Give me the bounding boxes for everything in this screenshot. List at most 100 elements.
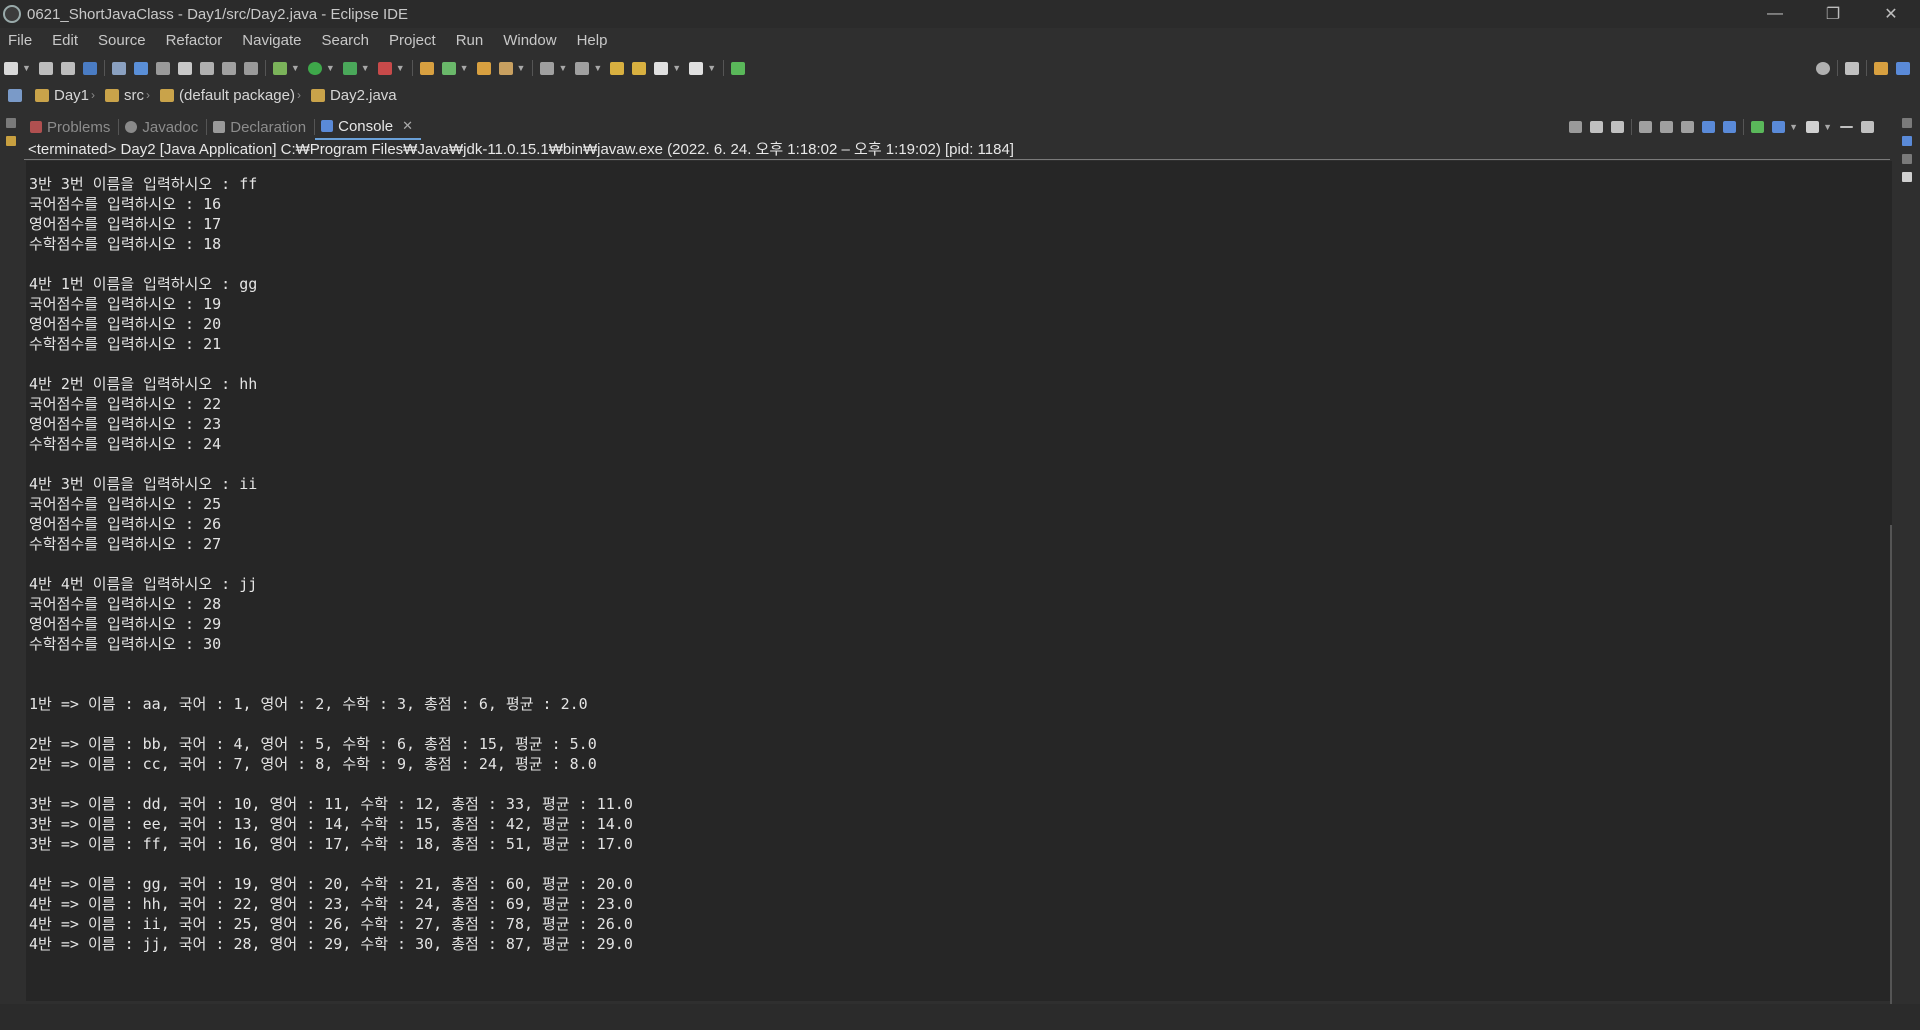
console-line: 4반 => 이름 : gg, 국어 : 19, 영어 : 20, 수학 : 21… [29, 875, 633, 893]
chevron-down-icon[interactable]: ▼ [460, 63, 469, 73]
search-tool-icon[interactable] [498, 61, 513, 75]
back-arrow-icon[interactable] [654, 61, 669, 75]
java-perspective-icon[interactable] [1874, 61, 1888, 75]
forward-arrow-icon[interactable] [689, 61, 704, 75]
new-icon[interactable] [4, 61, 18, 75]
close-icon[interactable]: ✕ [402, 118, 413, 134]
chevron-down-icon[interactable]: ▼ [517, 63, 526, 73]
menu-help[interactable]: Help [569, 32, 620, 49]
tab-declaration[interactable]: Declaration [207, 114, 314, 140]
console-line: 3반 => 이름 : ff, 국어 : 16, 영어 : 17, 수학 : 18… [29, 835, 633, 853]
toggle-comment-icon[interactable] [155, 61, 170, 75]
restore-view-icon[interactable] [6, 118, 16, 128]
minimize-view-icon[interactable] [1840, 126, 1853, 128]
word-wrap-icon[interactable] [1681, 121, 1695, 133]
show-whitespace-icon[interactable] [243, 61, 258, 75]
tab-console[interactable]: Console ✕ [315, 114, 422, 140]
right-trim-stack [1894, 110, 1920, 1030]
task-list-icon[interactable] [1902, 172, 1912, 182]
breadcrumb-item-project[interactable]: Day1 [54, 87, 89, 104]
menu-file[interactable]: File [0, 32, 44, 49]
last-edit-location-icon[interactable] [610, 61, 625, 75]
debug-icon[interactable] [272, 61, 287, 75]
breadcrumb-item-package[interactable]: (default package) [179, 87, 295, 104]
save-all-icon[interactable] [60, 61, 75, 75]
menu-run[interactable]: Run [448, 32, 496, 49]
restore-button[interactable]: ❐ [1804, 0, 1862, 28]
outline-icon[interactable] [1902, 136, 1912, 146]
chevron-down-icon[interactable]: ▼ [361, 63, 370, 73]
mark-occurrences-icon[interactable] [177, 61, 192, 75]
console-line: 국어점수를 입력하시오 : 28 [29, 595, 222, 613]
chevron-down-icon[interactable]: ▼ [672, 63, 681, 73]
console-line: 4반 => 이름 : ii, 국어 : 25, 영어 : 26, 수학 : 27… [29, 915, 633, 933]
terminal-icon[interactable] [82, 61, 97, 75]
menu-source[interactable]: Source [90, 32, 158, 49]
debug-perspective-icon[interactable] [1896, 61, 1910, 75]
toolbar-separator [103, 60, 105, 76]
remove-launch-icon[interactable] [1590, 121, 1604, 133]
save-icon[interactable] [38, 61, 53, 75]
restore-view-icon[interactable] [1902, 118, 1912, 128]
run-icon[interactable] [307, 61, 322, 75]
chevron-down-icon[interactable]: ▼ [396, 63, 405, 73]
chevron-down-icon[interactable]: ▼ [1789, 122, 1798, 132]
menu-search[interactable]: Search [313, 32, 381, 49]
restore-view-icon[interactable] [1902, 154, 1912, 164]
minimize-button[interactable]: — [1746, 0, 1804, 28]
console-line: 4반 2번 이름을 입력하시오 : hh [29, 375, 258, 393]
new-java-project-icon[interactable] [419, 61, 434, 75]
menu-window[interactable]: Window [495, 32, 568, 49]
open-console-icon[interactable] [1806, 121, 1820, 133]
chevron-down-icon[interactable]: ▼ [291, 63, 300, 73]
chevron-down-icon[interactable]: ▼ [22, 63, 31, 73]
external-tools-icon[interactable] [377, 61, 392, 75]
next-annotation-icon[interactable] [540, 61, 555, 75]
workspace-icon[interactable] [8, 88, 22, 102]
close-button[interactable]: ✕ [1862, 0, 1920, 28]
console-line: 영어점수를 입력하시오 : 29 [29, 615, 222, 633]
remove-all-launches-icon[interactable] [1611, 121, 1625, 133]
open-perspective-icon[interactable] [1845, 61, 1859, 75]
pin-console-icon[interactable] [1751, 121, 1765, 133]
open-type-icon[interactable] [476, 61, 491, 75]
java-file-icon [310, 88, 325, 102]
coverage-icon[interactable] [342, 61, 357, 75]
package-explorer-icon[interactable] [6, 136, 16, 146]
search-icon[interactable] [1816, 61, 1830, 75]
console-output[interactable]: 3반 3번 이름을 입력하시오 : ff 국어점수를 입력하시오 : 16 영어점수… [26, 161, 1892, 1005]
forward-edit-icon[interactable] [632, 61, 647, 75]
scroll-lock-icon[interactable] [1660, 121, 1674, 133]
chevron-down-icon[interactable]: ▼ [593, 63, 602, 73]
new-class-icon[interactable] [441, 61, 456, 75]
menu-project[interactable]: Project [381, 32, 448, 49]
maximize-view-icon[interactable] [1861, 121, 1874, 133]
show-on-stderr-icon[interactable] [1723, 121, 1737, 133]
menu-edit[interactable]: Edit [44, 32, 90, 49]
chevron-down-icon[interactable]: ▼ [558, 63, 567, 73]
chevron-down-icon[interactable]: ▼ [707, 63, 716, 73]
clear-console-icon[interactable] [1639, 121, 1653, 133]
skip-breakpoints-icon[interactable] [111, 61, 126, 75]
menu-refactor[interactable]: Refactor [158, 32, 235, 49]
word-wrap-icon[interactable] [221, 61, 236, 75]
menu-navigate[interactable]: Navigate [234, 32, 313, 49]
tab-problems[interactable]: Problems [24, 114, 118, 140]
console-line: 2반 => 이름 : cc, 국어 : 7, 영어 : 8, 수학 : 9, 총… [29, 755, 597, 773]
display-console-icon[interactable] [1772, 121, 1786, 133]
breadcrumb-item-file[interactable]: Day2.java [330, 87, 397, 104]
chevron-down-icon[interactable]: ▼ [326, 63, 335, 73]
toolbar-separator [1866, 60, 1867, 76]
block-selection-icon[interactable] [199, 61, 214, 75]
previous-annotation-icon[interactable] [575, 61, 590, 75]
vertical-scrollbar[interactable] [1890, 525, 1892, 1005]
show-on-stdout-icon[interactable] [1702, 121, 1716, 133]
link-editor-icon[interactable] [133, 61, 148, 75]
terminate-icon[interactable] [1569, 121, 1583, 133]
breadcrumb-item-src[interactable]: src [124, 87, 144, 104]
pin-editor-icon[interactable] [731, 61, 746, 75]
chevron-down-icon[interactable]: ▼ [1823, 122, 1832, 132]
tab-javadoc[interactable]: Javadoc [119, 114, 206, 140]
